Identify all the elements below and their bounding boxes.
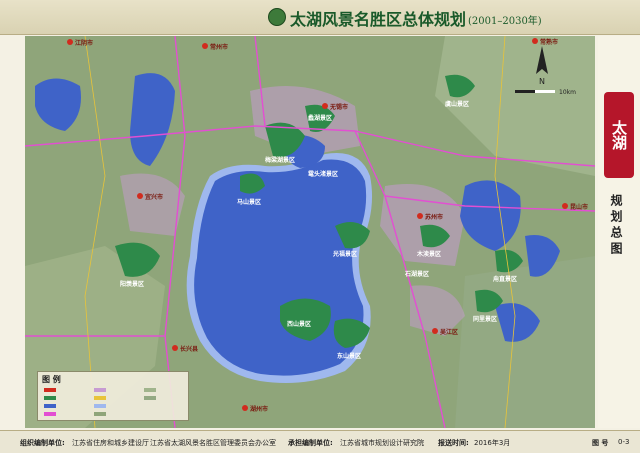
footer-org-value: 江苏省住房和城乡建设厅 (72, 439, 149, 447)
footer-office: 江苏省太湖风景名胜区管理委员会办公室 (150, 439, 276, 447)
scenic-label-mashan: 马山景区 (237, 198, 261, 206)
legend-swatch-farmland (144, 396, 156, 400)
header: 太湖风景名胜区总体规划 (2001–2030年) (0, 0, 640, 35)
city-marker-wujiang (432, 328, 438, 334)
city-marker-changshu (532, 38, 538, 44)
footer-maker-value: 江苏省城市规划设计研究院 (340, 439, 424, 447)
scenic-label-lihu: 蠡湖景区 (308, 114, 332, 122)
footer-org-label: 组织编制单位: (20, 439, 65, 447)
legend-swatch-city (44, 388, 56, 392)
legend-swatch-shoreline (94, 404, 106, 408)
emblem-icon (268, 8, 286, 26)
scale-label: 10km (559, 89, 576, 96)
footer-maker-label: 承担编制单位: (288, 439, 333, 447)
sidebar: 太湖 规划总图 (598, 36, 640, 428)
city-label-yixing: 宜兴市 (145, 193, 163, 201)
scenic-label-shihu: 石湖景区 (404, 270, 429, 278)
city-label-jiangyin: 江阴市 (75, 39, 93, 47)
scenic-label-yuantouzhu: 鼋头渚景区 (307, 170, 338, 178)
scenic-label-yangxian: 阳羡景区 (120, 280, 144, 288)
terrain-southeast (455, 256, 595, 428)
legend-swatch-road (44, 412, 56, 416)
legend-swatch-scenic (44, 396, 56, 400)
city-marker-huzhou (242, 405, 248, 411)
scenic-label-dongshan: 东山景区 (337, 352, 361, 360)
city-label-wujiang: 吴江区 (440, 328, 458, 336)
map-title: 太湖风景名胜区总体规划 (290, 10, 467, 29)
legend: 图 例 (37, 371, 189, 421)
city-marker-kunshan (562, 203, 568, 209)
legend-swatch-terrain (144, 388, 156, 392)
city-label-changshu: 常熟市 (540, 38, 558, 46)
city-marker-changxing (172, 345, 178, 351)
scenic-label-xishan: 西山景区 (287, 320, 311, 328)
sidebar-badge: 太湖 (604, 92, 634, 178)
legend-swatch-land (94, 412, 106, 416)
city-label-changxing: 长兴县 (180, 345, 198, 353)
city-marker-changzhou (202, 43, 208, 49)
city-label-changzhou: 常州市 (210, 43, 228, 51)
master-plan-map: 无锡市 苏州市 常州市 湖州市 宜兴市 江阴市 常熟市 昆山市 吴江区 长兴县 … (25, 36, 595, 428)
city-marker-suzhou (417, 213, 423, 219)
sidebar-subtitle: 规划总图 (609, 194, 623, 258)
city-marker-yixing (137, 193, 143, 199)
city-label-huzhou: 湖州市 (250, 405, 268, 413)
scenic-label-meilianghu: 梅梁湖景区 (265, 156, 295, 164)
scenic-label-mudu: 木渎景区 (416, 250, 441, 258)
city-marker-jiangyin (67, 39, 73, 45)
footer-fig-value: 0-3 (618, 438, 630, 446)
city-label-suzhou: 苏州市 (425, 213, 443, 221)
legend-swatch-lake (44, 404, 56, 408)
legend-swatch-urban (94, 388, 106, 392)
city-label-kunshan: 昆山市 (570, 203, 588, 211)
city-marker-wuxi (322, 103, 328, 109)
scenic-label-tongli: 同里景区 (473, 315, 497, 323)
footer: 组织编制单位: 江苏省住房和城乡建设厅 江苏省太湖风景名胜区管理委员会办公室 承… (0, 430, 640, 453)
legend-swatch-secondary-road (94, 396, 106, 400)
legend-title: 图 例 (42, 375, 61, 384)
plan-years: (2001–2030年) (468, 16, 542, 27)
footer-date-value: 2016年3月 (474, 439, 511, 447)
scenic-label-luzhi: 甪直景区 (493, 275, 517, 283)
footer-fig-label: 图 号 (592, 439, 609, 447)
scenic-label-guangfu: 光福景区 (332, 250, 357, 258)
footer-date-label: 报送时间: (438, 439, 469, 447)
city-label-wuxi: 无锡市 (329, 103, 348, 111)
scenic-label-yushan: 虞山景区 (445, 100, 469, 108)
north-label: N (539, 77, 545, 86)
